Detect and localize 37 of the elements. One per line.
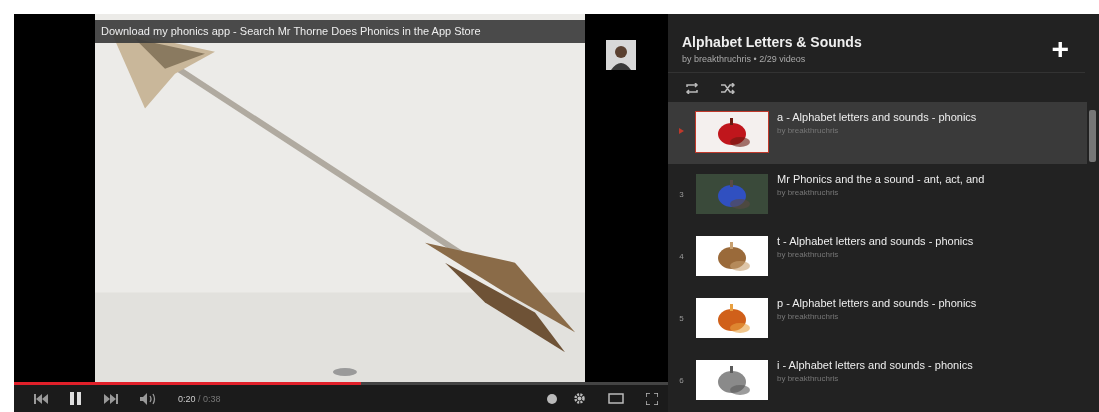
playlist-title[interactable]: Alphabet Letters & Sounds: [682, 34, 862, 50]
video-author: by breakthruchris: [777, 250, 840, 259]
total-time: / 0:38: [198, 393, 221, 404]
playlist-meta: by breakthruchris • 2/29 videos: [682, 54, 807, 64]
video-author: by breakthruchris: [777, 374, 840, 383]
video-author: by breakthruchris: [777, 312, 840, 321]
item-index: 6: [679, 376, 684, 385]
previous-icon[interactable]: [34, 393, 48, 404]
pause-icon[interactable]: [70, 392, 82, 405]
video-title: i - Alphabet letters and sounds - phonics: [777, 359, 973, 371]
volume-icon[interactable]: [140, 392, 156, 405]
fullscreen-icon[interactable]: [646, 392, 658, 405]
settings-icon[interactable]: [573, 392, 586, 405]
playlist-item[interactable]: 4 t - Alphabet letters and sounds - phonics by breakthruchris: [668, 226, 1087, 288]
item-index: 5: [679, 314, 684, 323]
avatar-icon[interactable]: [606, 40, 636, 70]
next-icon[interactable]: [104, 393, 118, 404]
current-time: 0:20: [178, 393, 196, 404]
video-title: t - Alphabet letters and sounds - phonics: [777, 235, 974, 247]
playlist-item[interactable]: 6 i - Alphabet letters and sounds - phonics by breakthruchris: [668, 350, 1087, 412]
item-index: 4: [679, 252, 684, 261]
info-icon[interactable]: [547, 393, 557, 404]
video-title: p - Alphabet letters and sounds - phonics: [777, 297, 977, 309]
add-button[interactable]: +: [1049, 34, 1071, 64]
scrollbar[interactable]: [1089, 110, 1096, 162]
video-title: Mr Phonics and the a sound - ant, act, and: [777, 173, 985, 185]
loop-icon[interactable]: [685, 83, 699, 94]
playlist-item[interactable]: 5 p - Alphabet letters and sounds - phonics by breakthruchris: [668, 288, 1087, 350]
progress-track[interactable]: [14, 382, 668, 385]
video-author: by breakthruchris: [777, 188, 840, 197]
now-playing-icon: [679, 128, 684, 134]
theater-icon[interactable]: [608, 393, 624, 404]
shuffle-icon[interactable]: [721, 83, 735, 94]
annotation-banner[interactable]: Download my phonics app - Search Mr Thorne Does Phonics in the App Store: [95, 20, 585, 43]
item-index: 3: [679, 190, 684, 199]
video-title: a - Alphabet letters and sounds - phonics: [777, 111, 977, 123]
playlist-item[interactable]: 3 Mr Phonics and the a sound - ant, act, and by breakthruchris: [668, 164, 1087, 226]
